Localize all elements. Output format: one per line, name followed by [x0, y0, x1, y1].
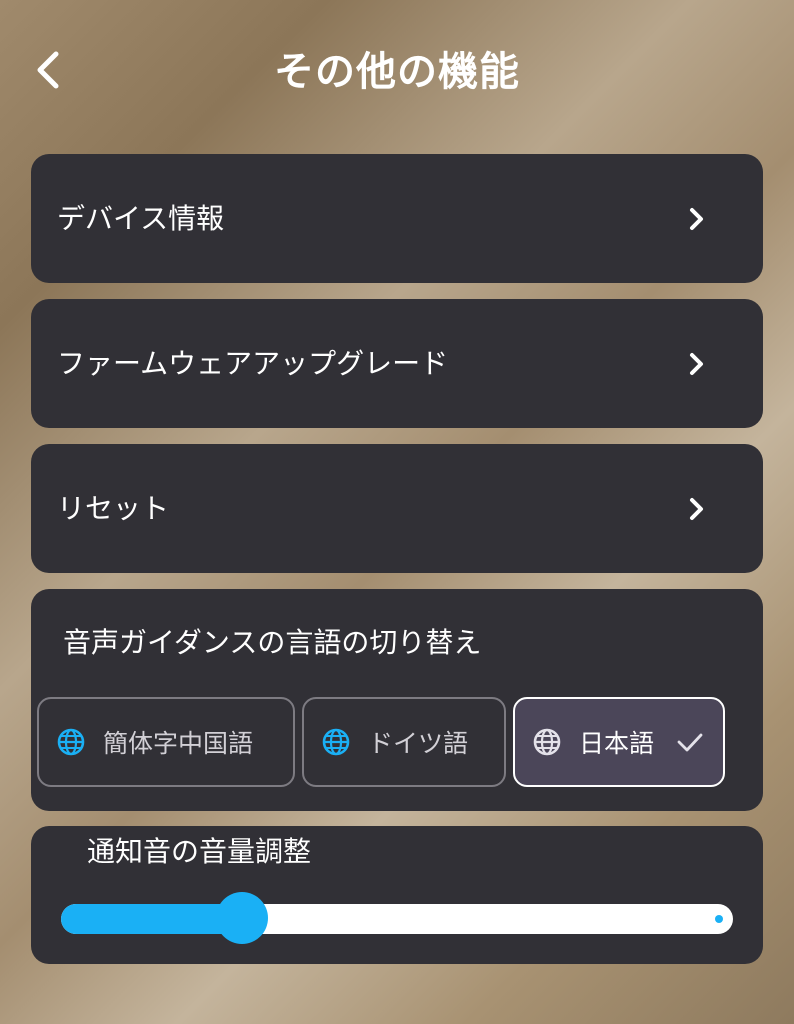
language-option-label: 日本語 [579, 729, 655, 758]
language-option-label: ドイツ語 [368, 729, 469, 758]
firmware-upgrade-label: ファームウェアアップグレード [57, 347, 449, 380]
firmware-upgrade-item[interactable]: ファームウェアアップグレード [31, 299, 763, 428]
notification-volume-card: 通知音の音量調整 [31, 826, 763, 964]
slider-fill [61, 904, 242, 934]
device-info-label: デバイス情報 [57, 202, 225, 235]
voice-guidance-title: 音声ガイダンスの言語の切り替え [63, 626, 482, 659]
slider-thumb[interactable] [216, 892, 268, 944]
volume-slider[interactable] [61, 886, 733, 950]
language-option-german[interactable]: ドイツ語 [302, 697, 506, 787]
device-info-item[interactable]: デバイス情報 [31, 154, 763, 283]
globe-icon [322, 728, 350, 756]
chevron-right-icon [690, 208, 703, 230]
notification-volume-title: 通知音の音量調整 [87, 835, 312, 868]
voice-guidance-language-card: 音声ガイダンスの言語の切り替え 簡体字中国語 ドイツ語 日本語 [31, 589, 763, 811]
chevron-right-icon [690, 498, 703, 520]
header: その他の機能 [0, 30, 794, 120]
reset-label: リセット [57, 492, 170, 525]
reset-item[interactable]: リセット [31, 444, 763, 573]
slider-track[interactable] [61, 904, 733, 934]
globe-icon [57, 728, 85, 756]
language-option-simplified-chinese[interactable]: 簡体字中国語 [37, 697, 295, 787]
globe-icon [533, 728, 561, 756]
language-option-japanese[interactable]: 日本語 [513, 697, 725, 787]
slider-end-dot [715, 915, 723, 923]
page-title: その他の機能 [274, 49, 520, 95]
language-option-label: 簡体字中国語 [103, 729, 254, 758]
check-icon [677, 733, 703, 752]
chevron-right-icon [690, 353, 703, 375]
